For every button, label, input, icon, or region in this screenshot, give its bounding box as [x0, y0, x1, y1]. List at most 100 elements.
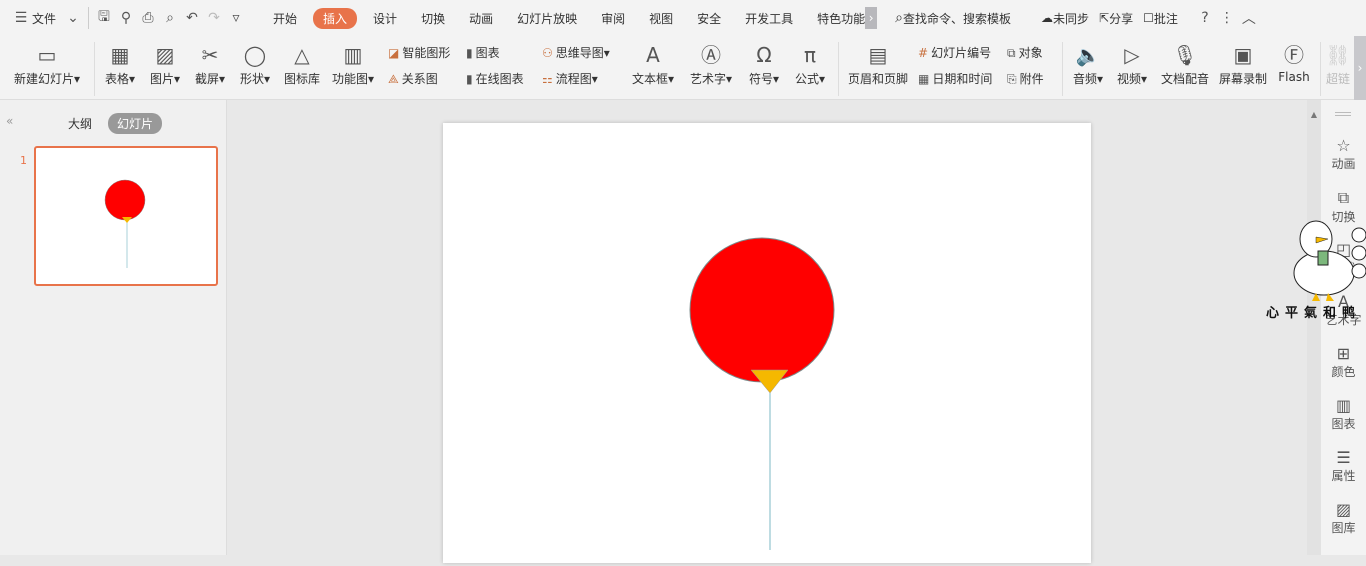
share-button[interactable]: 分享 — [1109, 10, 1133, 27]
tab-developer[interactable]: 开发工具 — [733, 10, 805, 27]
tab-design[interactable]: 设计 — [361, 10, 409, 27]
icon-library-button[interactable]: △ 图标库 — [280, 40, 324, 87]
print-icon[interactable]: ⎙ — [137, 10, 159, 26]
video-button[interactable]: ▷ 视频▾ — [1112, 40, 1152, 87]
table-icon: ▦ — [110, 43, 130, 67]
sticker-caption: 心平氣和鸭 — [1266, 306, 1362, 321]
doc-voice-button[interactable]: 🎙 文档配音 — [1158, 40, 1212, 87]
object-button[interactable]: ⧉ 对象 — [1007, 44, 1043, 61]
flash-button[interactable]: Ⓕ Flash — [1274, 40, 1314, 84]
print-preview-icon[interactable]: ⌕ — [159, 10, 181, 26]
shape-icon: ◯ — [243, 43, 267, 67]
art-text-icon: Ⓐ — [701, 43, 721, 67]
formula-button[interactable]: π 公式▾ — [790, 40, 830, 87]
sync-button[interactable]: 未同步 — [1053, 10, 1089, 27]
cloud-icon: ☁ — [1041, 11, 1054, 25]
chart-button[interactable]: ▮ 图表 — [466, 44, 500, 61]
screen-record-icon: ▣ — [1233, 43, 1253, 67]
header-footer-button[interactable]: ▤ 页眉和页脚 — [846, 40, 910, 87]
chevron-down-icon[interactable]: ⌄ — [62, 10, 84, 26]
sidebar-chart[interactable]: ▥ 图表 — [1321, 396, 1366, 432]
slides-panel: « 大纲 幻灯片 1 — [0, 100, 227, 555]
function-chart-button[interactable]: ▥ 功能图▾ — [328, 40, 378, 87]
slide-number: 1 — [20, 154, 27, 167]
format-painter-icon[interactable]: ⚲ — [115, 10, 137, 26]
tab-outline[interactable]: 大纲 — [68, 115, 92, 132]
textbox-button[interactable]: A 文本框▾ — [628, 40, 678, 87]
smart-art-button[interactable]: ◪ 智能图形 — [388, 44, 450, 61]
tab-review[interactable]: 审阅 — [589, 10, 637, 27]
sidebar-gallery[interactable]: ▨ 图库 — [1321, 500, 1366, 536]
tab-special[interactable]: 特色功能 — [805, 10, 865, 27]
star-icon: ☆ — [1336, 136, 1351, 155]
vertical-scrollbar[interactable]: ▲ — [1307, 100, 1321, 555]
date-time-button[interactable]: ▦ 日期和时间 — [918, 70, 992, 87]
microphone-icon: 🎙 — [1172, 43, 1198, 67]
audio-button[interactable]: 🔈 音频▾ — [1068, 40, 1108, 87]
search-icon[interactable]: ⌕ — [895, 10, 903, 26]
sidebar-color[interactable]: ⊞ 颜色 — [1321, 344, 1366, 380]
tab-slides[interactable]: 幻灯片 — [108, 113, 163, 134]
textbox-icon: A — [646, 43, 660, 67]
undo-icon[interactable]: ↶ — [181, 10, 203, 26]
tab-security[interactable]: 安全 — [685, 10, 733, 27]
screen-record-button[interactable]: ▣ 屏幕录制 — [1216, 40, 1270, 87]
search-box[interactable]: 查找命令、搜索模板 — [903, 10, 1011, 27]
tab-slideshow[interactable]: 幻灯片放映 — [505, 10, 589, 27]
share-icon: ⇱ — [1099, 11, 1110, 25]
customize-icon[interactable]: ▿ — [225, 10, 247, 26]
thumbnail-preview — [104, 179, 146, 268]
flowchart-button[interactable]: ⚏ 流程图▾ — [542, 70, 598, 87]
art-text-button[interactable]: Ⓐ 艺术字▾ — [686, 40, 736, 87]
speaker-icon: 🔈 — [1075, 43, 1101, 67]
tabs-scroll-right[interactable]: › — [865, 7, 878, 29]
slide-number-button[interactable]: # 幻灯片编号 — [918, 44, 991, 61]
attachment-button[interactable]: ⎘ 附件 — [1007, 70, 1044, 87]
hyperlink-button[interactable]: ⛓ 超链 — [1324, 40, 1352, 87]
tab-view[interactable]: 视图 — [637, 10, 685, 27]
tab-transition[interactable]: 切换 — [409, 10, 457, 27]
new-slide-icon: ▭ — [37, 43, 57, 67]
video-icon: ▷ — [1124, 43, 1140, 67]
comment-button[interactable]: 批注 — [1154, 10, 1178, 27]
color-grid-icon: ⊞ — [1336, 344, 1351, 363]
shape-button[interactable]: ◯ 形状▾ — [235, 40, 275, 87]
omega-icon: Ω — [756, 43, 772, 67]
header-footer-icon: ▤ — [868, 43, 888, 67]
picture-button[interactable]: ▨ 图片▾ — [145, 40, 185, 87]
comment-icon: ☐ — [1143, 11, 1154, 25]
menu-bar: ☰ 文件 ⌄ 🖫 ⚲ ⎙ ⌕ ↶ ↷ ▿ 开始 插入 设计 切换 动画 幻灯片放… — [0, 0, 1366, 36]
sidebar-animation[interactable]: ☆ 动画 — [1321, 136, 1366, 172]
ribbon-scroll-right[interactable]: › — [1354, 36, 1366, 100]
more-icon[interactable]: ⋮ — [1216, 10, 1238, 26]
balloon-circle — [689, 237, 835, 383]
tab-home[interactable]: 开始 — [261, 10, 309, 27]
duck-sticker: 心平氣和鸭 — [1266, 215, 1366, 325]
help-icon[interactable]: ? — [1194, 10, 1216, 26]
tab-animation[interactable]: 动画 — [457, 10, 505, 27]
mind-map-button[interactable]: ⚇ 思维导图▾ — [542, 44, 610, 61]
symbol-button[interactable]: Ω 符号▾ — [744, 40, 784, 87]
menu-icon[interactable]: ☰ — [10, 10, 32, 26]
slide-canvas[interactable] — [443, 123, 1091, 563]
slide-thumbnail-1[interactable] — [34, 146, 218, 286]
sidebar-properties[interactable]: ☰ 属性 — [1321, 448, 1366, 484]
screenshot-button[interactable]: ✂ 截屏▾ — [190, 40, 230, 87]
online-chart-button[interactable]: ▮ 在线图表 — [466, 70, 524, 87]
duck-icon — [1293, 220, 1366, 301]
table-button[interactable]: ▦ 表格▾ — [100, 40, 140, 87]
redo-icon[interactable]: ↷ — [203, 10, 225, 26]
balloon-drawing — [689, 237, 835, 550]
flash-icon: Ⓕ — [1284, 43, 1304, 67]
chart-icon: ▥ — [1335, 396, 1352, 415]
relation-chart-button[interactable]: ⟁ 关系图 — [388, 70, 438, 87]
sliders-icon: ☰ — [1336, 448, 1351, 467]
save-icon[interactable]: 🖫 — [93, 6, 115, 30]
transition-icon: ⧉ — [1337, 188, 1350, 207]
collapse-ribbon-icon[interactable]: ︿ — [1238, 8, 1260, 28]
file-menu[interactable]: 文件 — [32, 10, 56, 27]
collapse-panel-icon[interactable]: « — [6, 114, 13, 128]
scissors-icon: ✂ — [201, 43, 219, 67]
new-slide-button[interactable]: ▭ 新建幻灯片▾ — [8, 40, 86, 87]
tab-insert[interactable]: 插入 — [313, 7, 358, 29]
